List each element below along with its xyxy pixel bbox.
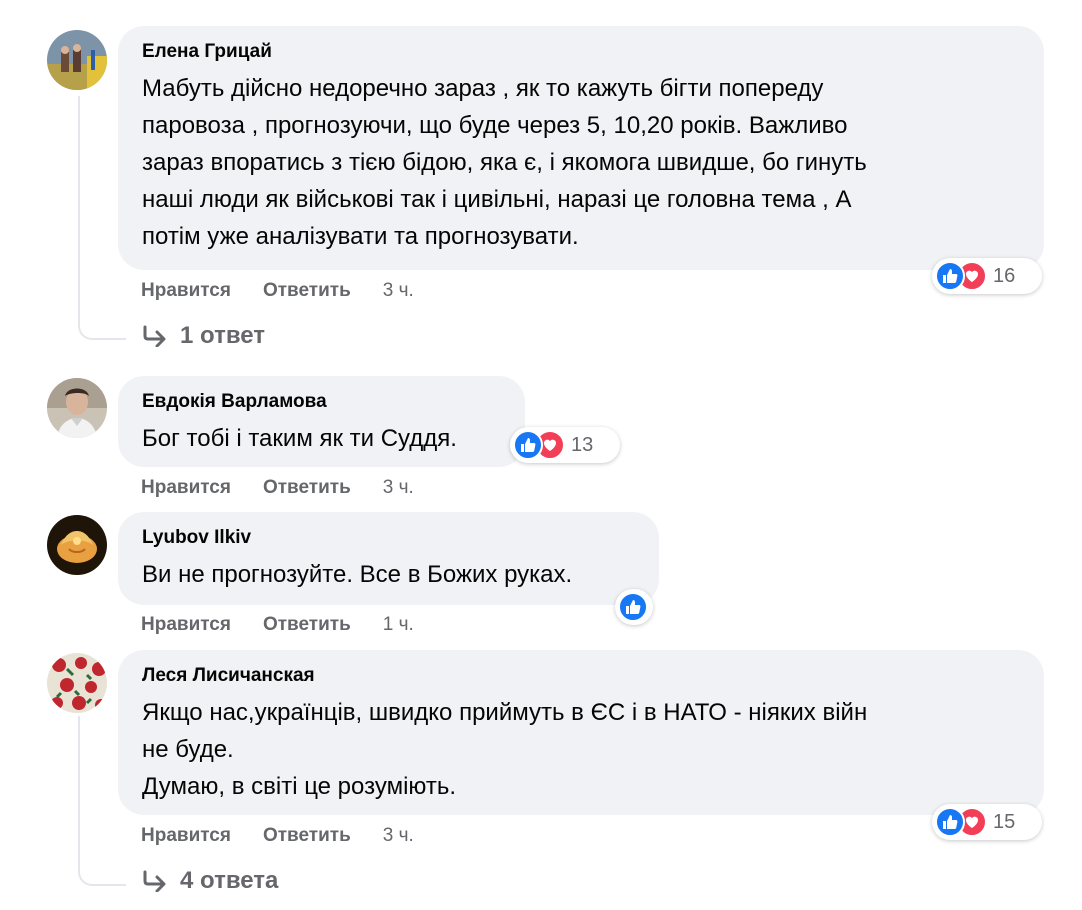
- thread-connector: [78, 300, 126, 340]
- reaction-summary[interactable]: 15: [932, 804, 1042, 840]
- like-button[interactable]: Нравится: [141, 613, 231, 637]
- comment-text: Якщо нас,українців, швидко приймуть в ЄС…: [142, 699, 868, 800]
- like-icon: [618, 592, 648, 622]
- reaction-count: 15: [993, 810, 1016, 833]
- reply-button[interactable]: Ответить: [263, 476, 351, 500]
- comment-actions: Нравится Ответить 3 ч.: [141, 279, 414, 303]
- avatar[interactable]: [47, 653, 107, 713]
- reply-button[interactable]: Ответить: [263, 613, 351, 637]
- comment-timestamp[interactable]: 1 ч.: [383, 613, 414, 637]
- avatar[interactable]: [47, 515, 107, 575]
- replies-label: 1 ответ: [180, 322, 266, 349]
- reply-arrow-icon: [142, 325, 168, 347]
- reply-button[interactable]: Ответить: [263, 824, 351, 848]
- avatar[interactable]: [47, 30, 107, 90]
- view-replies-button[interactable]: 4 ответа: [142, 867, 278, 895]
- comment-timestamp[interactable]: 3 ч.: [383, 476, 414, 500]
- like-button[interactable]: Нравится: [141, 824, 231, 848]
- comment-author[interactable]: Евдокія Варламова: [142, 390, 501, 414]
- comment-bubble: Евдокія Варламова Бог тобі і таким як ти…: [118, 376, 525, 467]
- avatar[interactable]: [47, 378, 107, 438]
- comment-text: Ви не прогнозуйте. Все в Божих руках.: [142, 561, 573, 588]
- comment-actions: Нравится Ответить 3 ч.: [141, 476, 414, 500]
- like-icon: [513, 430, 543, 460]
- replies-label: 4 ответа: [180, 867, 279, 894]
- comment-author[interactable]: Lyubov Ilkiv: [142, 526, 635, 550]
- view-replies-button[interactable]: 1 ответ: [142, 322, 265, 350]
- comment-bubble: Lyubov Ilkiv Ви не прогнозуйте. Все в Бо…: [118, 512, 659, 605]
- like-button[interactable]: Нравится: [141, 476, 231, 500]
- comment-text: Мабуть дійсно недоречно зараз , як то ка…: [142, 75, 867, 250]
- comment-text: Бог тобі і таким як ти Суддя.: [142, 425, 457, 452]
- like-icon: [935, 261, 965, 291]
- like-icon: [935, 807, 965, 837]
- reaction-count: 16: [993, 264, 1016, 287]
- reply-arrow-icon: [142, 870, 168, 892]
- thread-line: [78, 96, 80, 320]
- reply-button[interactable]: Ответить: [263, 279, 351, 303]
- comment-timestamp[interactable]: 3 ч.: [383, 824, 414, 848]
- thread-line: [78, 716, 80, 866]
- reaction-count: 13: [571, 433, 594, 456]
- comment-timestamp[interactable]: 3 ч.: [383, 279, 414, 303]
- comment-actions: Нравится Ответить 1 ч.: [141, 613, 414, 637]
- comment-author[interactable]: Елена Грицай: [142, 40, 1020, 64]
- comment-bubble: Леся Лисичанская Якщо нас,українців, шви…: [118, 650, 1044, 815]
- reaction-summary[interactable]: 13: [510, 427, 620, 463]
- reaction-summary[interactable]: 16: [932, 258, 1042, 294]
- thread-connector: [78, 846, 126, 886]
- comment-actions: Нравится Ответить 3 ч.: [141, 824, 414, 848]
- comment-author[interactable]: Леся Лисичанская: [142, 664, 1020, 688]
- comment-bubble: Елена Грицай Мабуть дійсно недоречно зар…: [118, 26, 1044, 270]
- reaction-summary[interactable]: [615, 589, 653, 625]
- like-button[interactable]: Нравится: [141, 279, 231, 303]
